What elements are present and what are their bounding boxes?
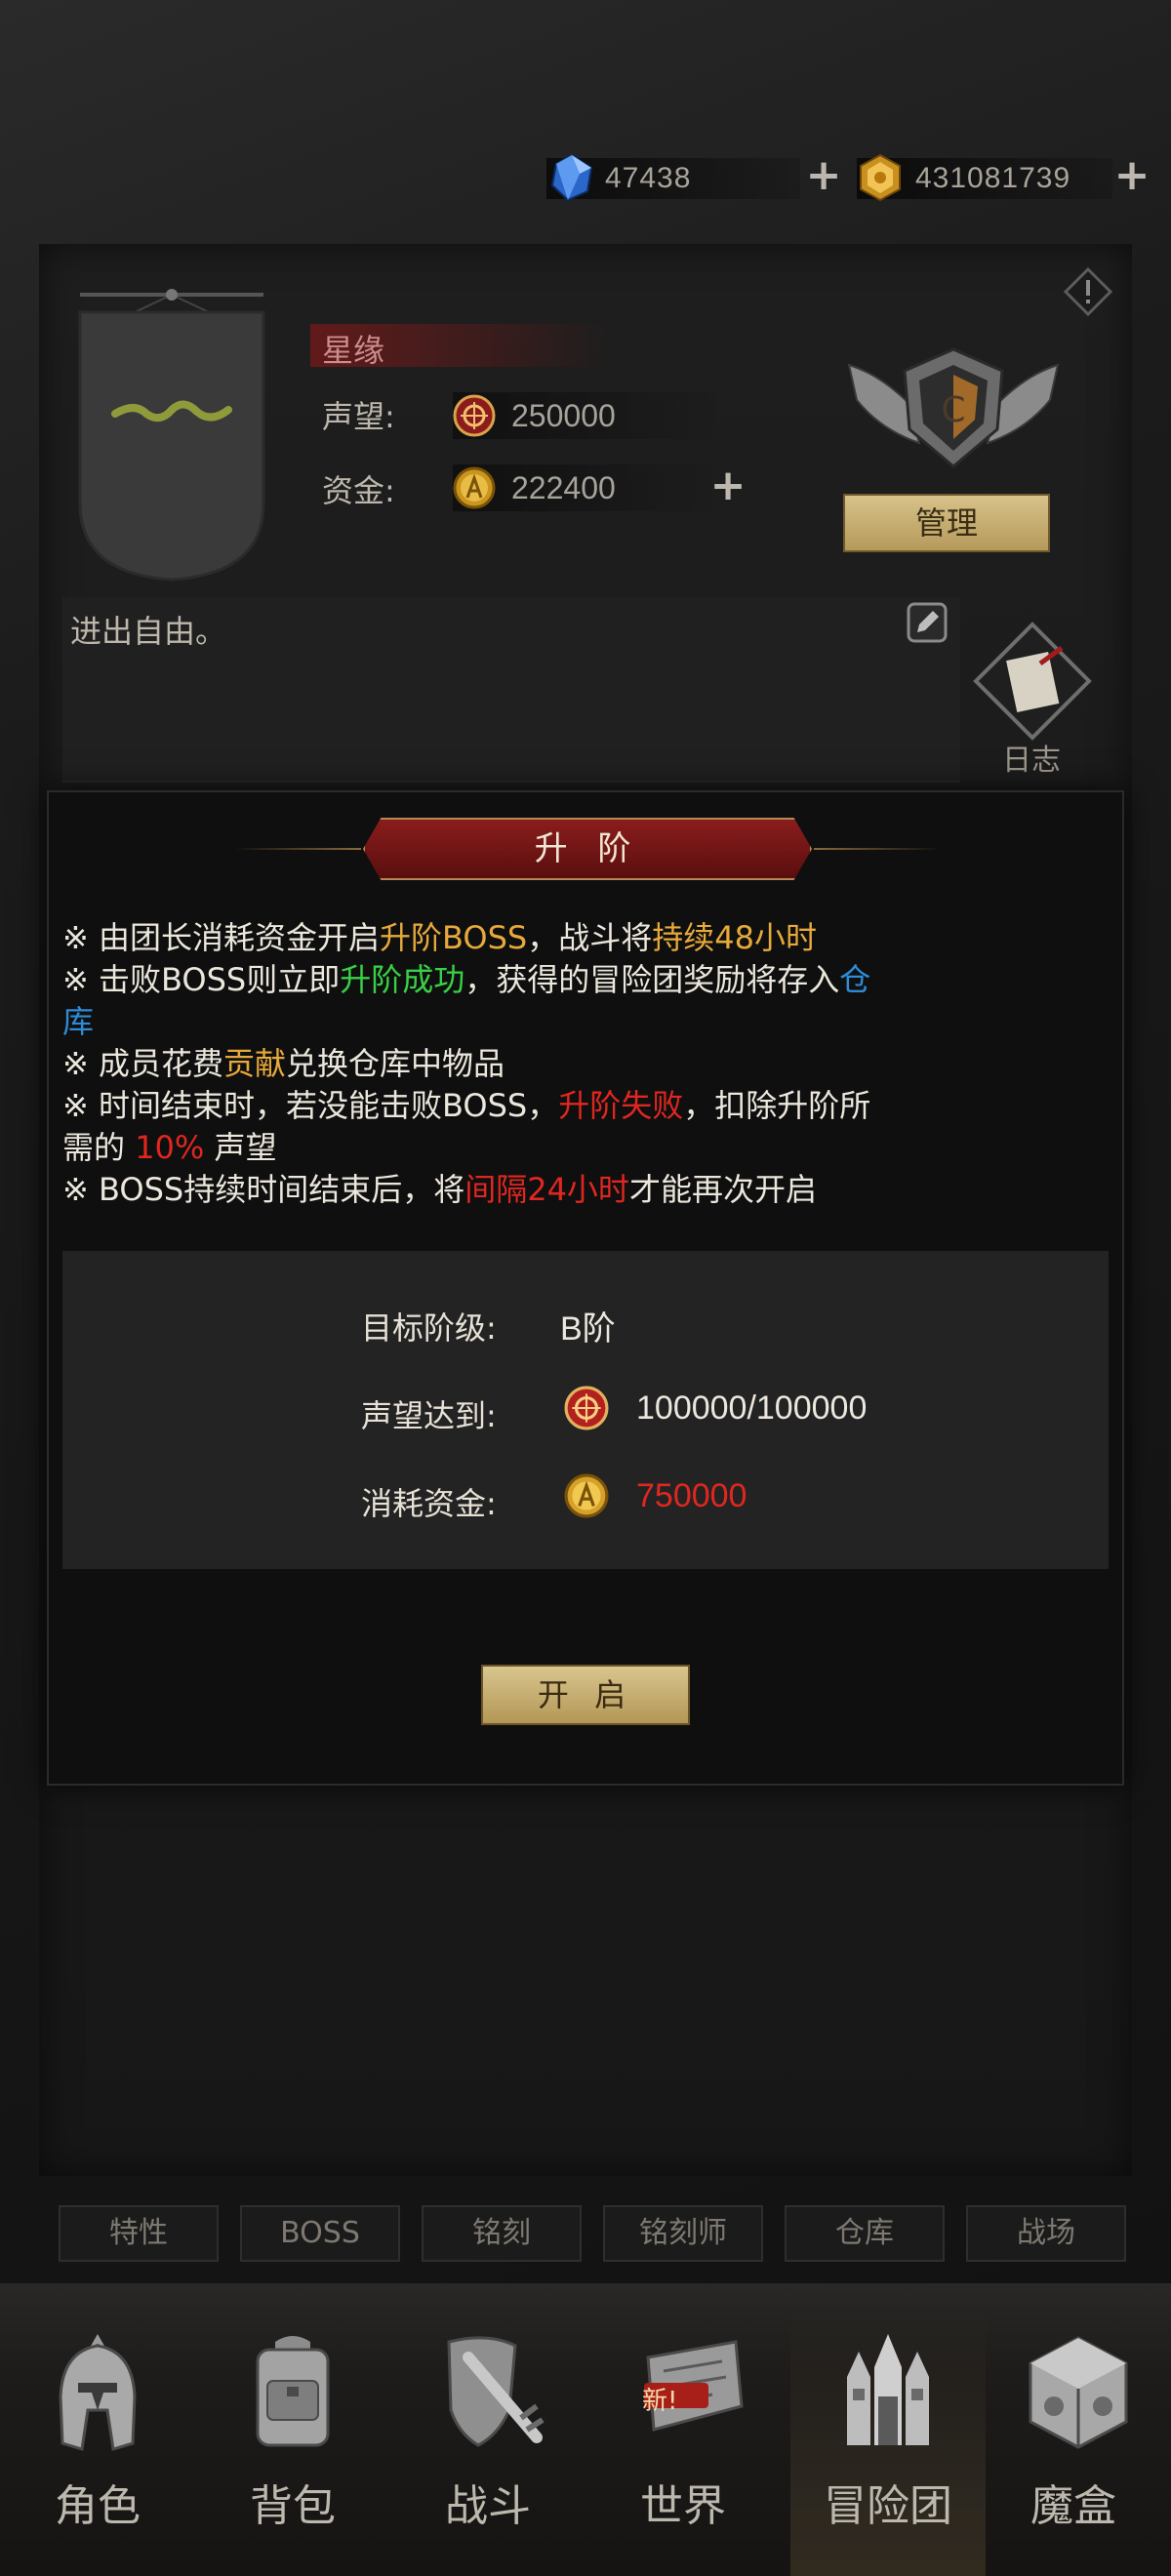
upgrade-rules: ※ 由团长消耗资金开启升阶BOSS，战斗将持续48小时 ※ 击败BOSS则立即升阶… (62, 917, 1097, 1211)
rule-line: ※ 由团长消耗资金开启升阶BOSS，战斗将持续48小时 (62, 917, 1097, 959)
edit-icon[interactable] (906, 601, 949, 644)
rule-text: 兑换仓库中物品 (286, 1045, 505, 1082)
nav-world-label: 世界 (640, 2481, 726, 2531)
title-ornament-left (234, 848, 361, 850)
nav-adventure-group-label: 冒险团 (824, 2481, 952, 2531)
rule-line: ※ 击败BOSS则立即升阶成功，获得的冒险团奖励将存入仓 (62, 959, 1097, 1001)
guild-notice-text: 进出自由。 (70, 613, 227, 650)
tab-boss[interactable]: BOSS (240, 2205, 400, 2262)
rule-text: ※ 时间结束时，若没能击败BOSS， (62, 1087, 559, 1124)
rule-text: 需的 (62, 1129, 136, 1166)
open-upgrade-button[interactable]: 开 启 (481, 1665, 690, 1725)
cost-funds-value: 750000 (636, 1477, 747, 1514)
rule-text: 声望 (204, 1129, 277, 1166)
rule-text: 升阶失败 (558, 1087, 684, 1124)
manage-button[interactable]: 管理 (843, 494, 1050, 552)
funds-coin-icon (564, 1473, 609, 1518)
cost-funds-label: 消耗资金: (361, 1485, 497, 1522)
backpack-icon (256, 2336, 330, 2447)
rule-text: 升阶成功 (340, 961, 465, 998)
tab-warehouse[interactable]: 仓库 (785, 2205, 945, 2262)
reputation-label: 声望: (322, 398, 395, 435)
reputation-icon (453, 394, 496, 437)
rule-text: 库 (62, 1003, 95, 1040)
rule-text: 升阶BOSS (380, 919, 528, 956)
helmet-icon (59, 2334, 137, 2451)
tab-battlefield[interactable]: 战场 (966, 2205, 1126, 2262)
sword-shield-icon (447, 2336, 545, 2447)
gold-gem-icon (860, 153, 901, 202)
rule-text: ，战斗将 (527, 919, 653, 956)
nav-character-label: 角色 (55, 2481, 141, 2531)
info-icon[interactable] (1064, 267, 1112, 316)
reputation-required-label: 声望达到: (361, 1397, 497, 1434)
guild-banner-icon (78, 289, 265, 582)
new-badge: 新! (642, 2387, 678, 2416)
add-funds-button[interactable]: + (708, 464, 747, 507)
nav-backpack-label: 背包 (250, 2481, 336, 2531)
rule-text: 间隔24小时 (464, 1171, 629, 1208)
target-tier-value: B阶 (560, 1310, 616, 1348)
nav-magic-box[interactable]: 魔盒 (976, 2313, 1171, 2576)
rule-line: 库 (62, 1001, 1097, 1043)
add-diamond-button[interactable]: + (804, 154, 843, 197)
nav-character[interactable]: 角色 (0, 2313, 195, 2576)
rule-text: ※ 由团长消耗资金开启 (62, 919, 380, 956)
rule-text: ，获得的冒险团奖励将存入 (464, 961, 840, 998)
diamond-icon (550, 153, 593, 202)
svg-text:C: C (941, 390, 965, 430)
rule-text: 仓 (839, 961, 871, 998)
tab-inscription[interactable]: 铭刻 (422, 2205, 582, 2262)
rule-line: ※ 时间结束时，若没能击败BOSS，升阶失败，扣除升阶所 (62, 1085, 1097, 1127)
guild-name: 星缘 (322, 332, 385, 369)
rule-line: ※ 成员花费贡献兑换仓库中物品 (62, 1043, 1097, 1085)
log-scroll-icon[interactable] (972, 621, 1093, 742)
nav-world[interactable]: 新! 世界 (586, 2313, 781, 2576)
rule-text: ※ 击败BOSS则立即 (62, 961, 341, 998)
nav-battle[interactable]: 战斗 (390, 2313, 586, 2576)
add-gold-button[interactable]: + (1112, 154, 1151, 197)
nav-adventure-group[interactable]: 冒险团 (790, 2313, 986, 2576)
rule-text: ※ BOSS持续时间结束后，将 (62, 1171, 465, 1208)
rule-line: 需的 10% 声望 (62, 1127, 1097, 1169)
rule-text: ，扣除升阶所 (683, 1087, 871, 1124)
nav-battle-label: 战斗 (445, 2481, 531, 2531)
rule-text: 贡献 (223, 1045, 287, 1082)
reputation-icon (564, 1386, 609, 1430)
upgrade-title: 升 阶 (363, 818, 812, 880)
nav-backpack[interactable]: 背包 (195, 2313, 390, 2576)
guild-rank-emblem-icon: C (847, 347, 1060, 468)
funds-label: 资金: (322, 472, 395, 509)
funds-coin-icon (453, 466, 496, 509)
log-label[interactable]: 日志 (988, 736, 1075, 779)
rule-text: 持续48小时 (652, 919, 817, 956)
castle-icon (847, 2334, 929, 2445)
tab-traits[interactable]: 特性 (59, 2205, 219, 2262)
tab-inscriber[interactable]: 铭刻师 (603, 2205, 763, 2262)
rule-line: ※ BOSS持续时间结束后，将间隔24小时才能再次开启 (62, 1169, 1097, 1211)
rule-text: 才能再次开启 (628, 1171, 817, 1208)
nav-magic-box-label: 魔盒 (1030, 2481, 1116, 2531)
rule-text: 10% (135, 1129, 205, 1166)
reputation-required-value: 100000/100000 (636, 1389, 868, 1427)
rule-text: ※ 成员花费 (62, 1045, 223, 1082)
magic-box-icon (1029, 2336, 1128, 2449)
title-ornament-right (814, 848, 941, 850)
target-tier-label: 目标阶级: (361, 1309, 497, 1347)
